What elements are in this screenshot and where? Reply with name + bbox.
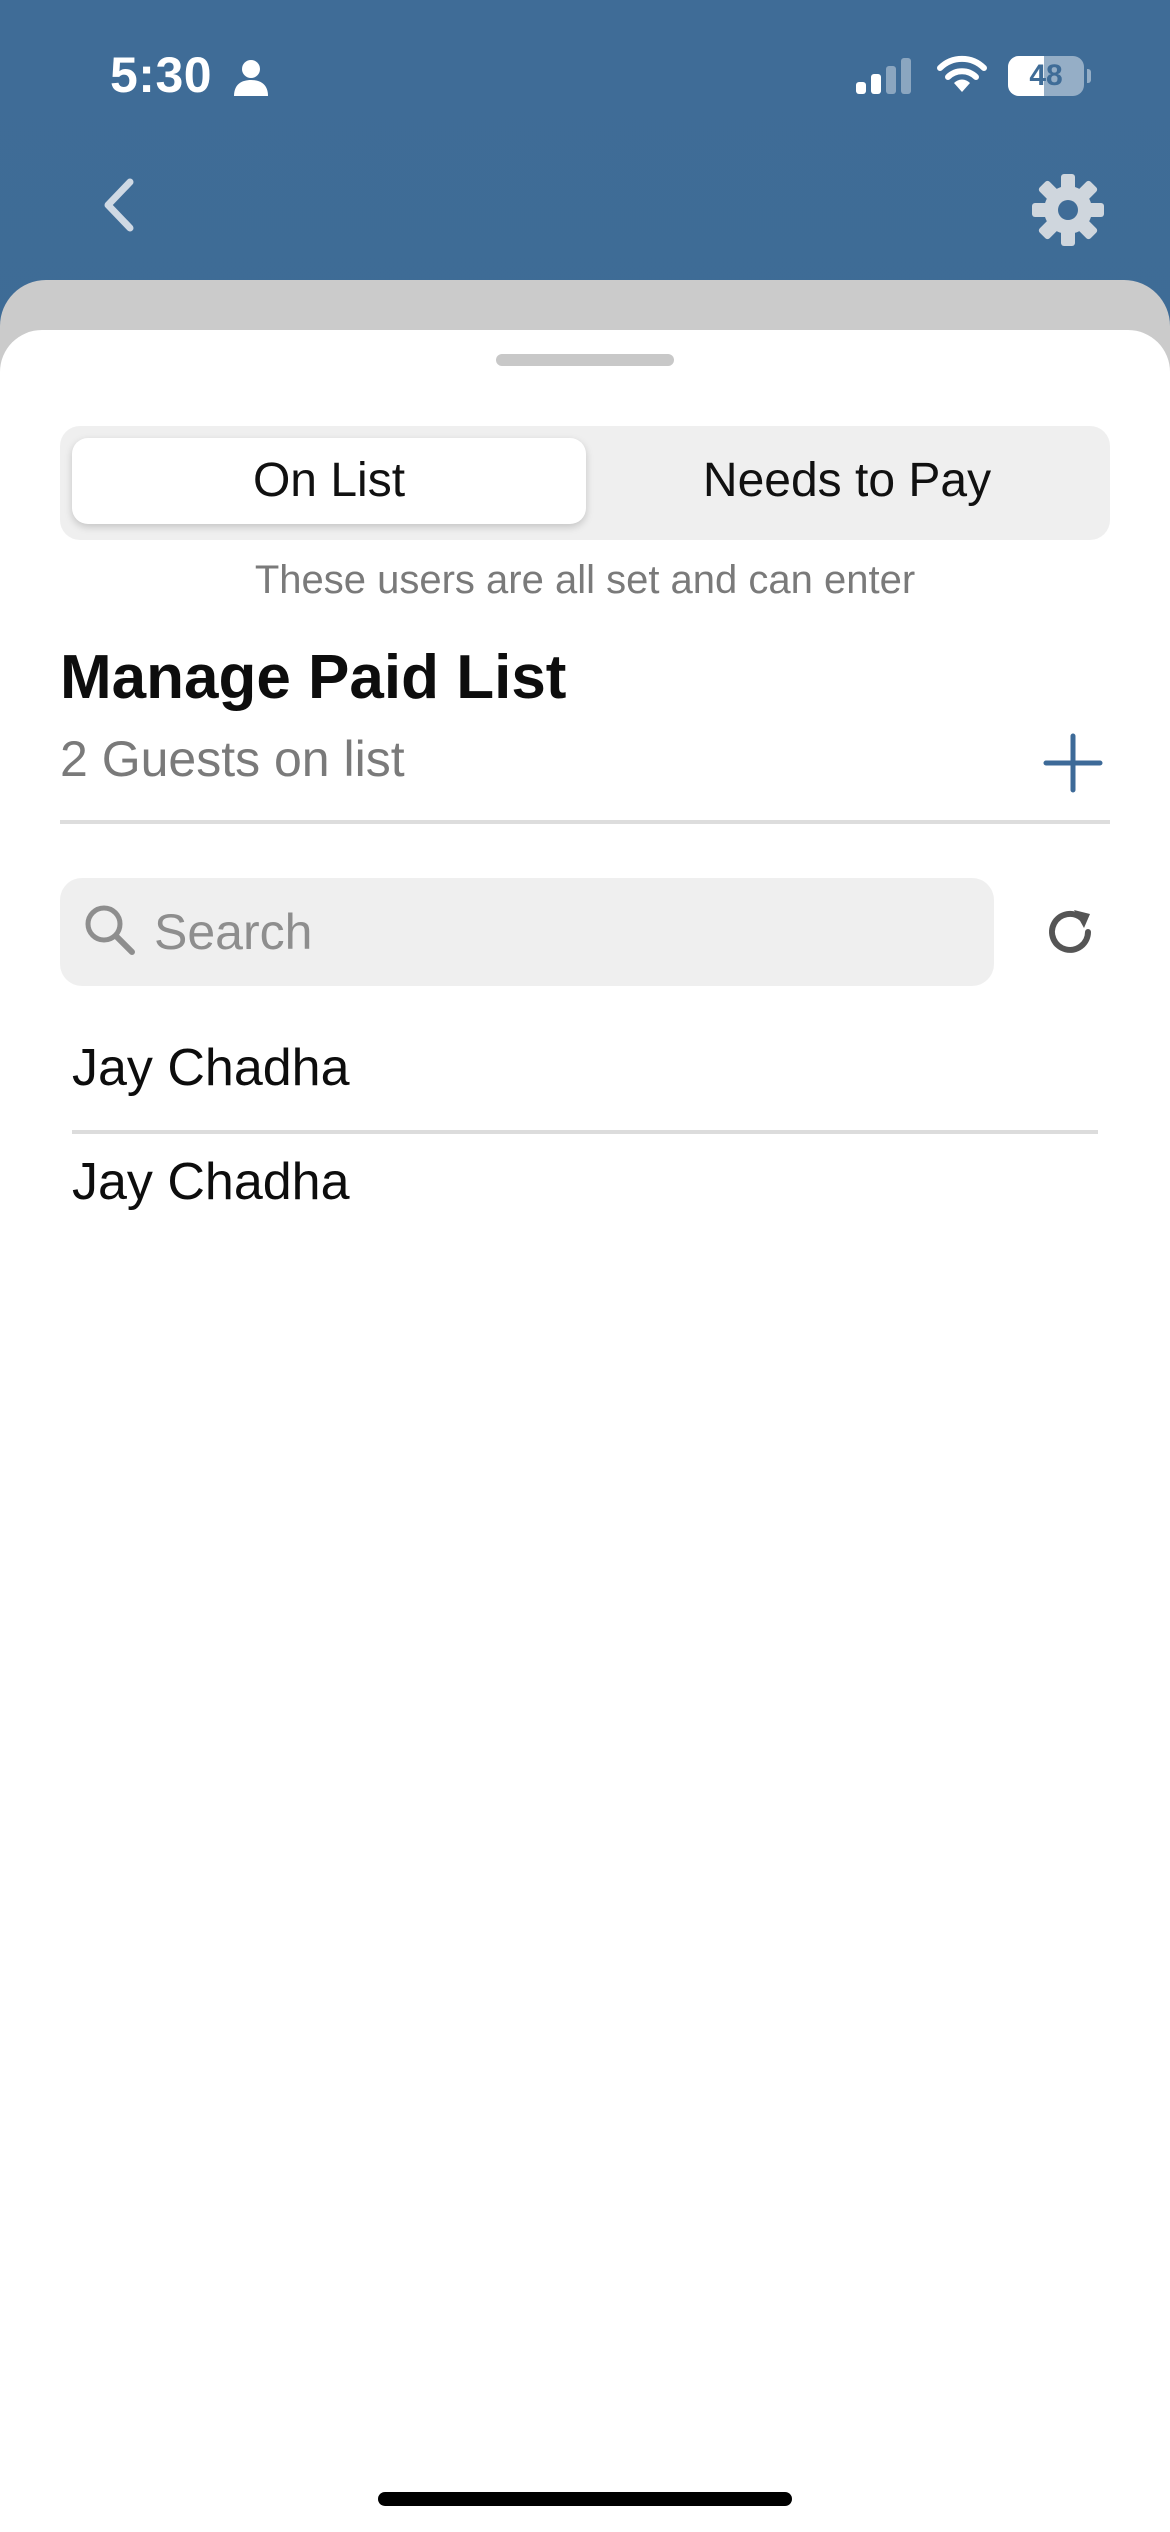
bottom-sheet: On List Needs to Pay These users are all… xyxy=(0,330,1170,2532)
screen: 5:30 48 On List Needs to Pay These users… xyxy=(0,0,1170,2532)
add-guest-button[interactable] xyxy=(1040,730,1106,796)
status-time: 5:30 xyxy=(110,47,213,103)
cellular-signal-icon xyxy=(856,58,911,94)
gear-icon xyxy=(1032,174,1104,246)
header-divider xyxy=(60,820,1110,824)
battery-indicator: 48 xyxy=(1008,56,1091,96)
guest-count: 2 Guests on list xyxy=(60,731,405,787)
home-indicator xyxy=(378,2492,792,2506)
plus-icon xyxy=(1043,733,1103,793)
search-icon xyxy=(85,905,135,955)
guest-list: Jay Chadha Jay Chadha xyxy=(72,1020,1098,1244)
refresh-icon xyxy=(1049,910,1091,953)
page-title: Manage Paid List xyxy=(60,643,567,712)
battery-body: 48 xyxy=(1008,56,1084,96)
battery-cap xyxy=(1087,69,1091,83)
chevron-left-icon xyxy=(104,178,134,232)
tab-needs-to-pay[interactable]: Needs to Pay xyxy=(590,438,1104,524)
list-item[interactable]: Jay Chadha xyxy=(72,1020,1098,1130)
segmented-control: On List Needs to Pay xyxy=(60,426,1110,540)
list-item[interactable]: Jay Chadha xyxy=(72,1134,1098,1244)
sheet-grabber[interactable] xyxy=(496,354,674,366)
refresh-button[interactable] xyxy=(1040,902,1100,962)
person-icon xyxy=(234,60,268,96)
back-button[interactable] xyxy=(92,170,152,240)
status-bar: 5:30 48 xyxy=(0,0,1170,150)
helper-text: These users are all set and can enter xyxy=(254,558,916,602)
search-input[interactable] xyxy=(154,878,974,986)
wifi-icon xyxy=(937,55,987,92)
search-bar[interactable] xyxy=(60,878,994,986)
tab-on-list[interactable]: On List xyxy=(72,438,586,524)
battery-percentage: 48 xyxy=(1029,59,1063,92)
settings-button[interactable] xyxy=(1030,172,1106,248)
